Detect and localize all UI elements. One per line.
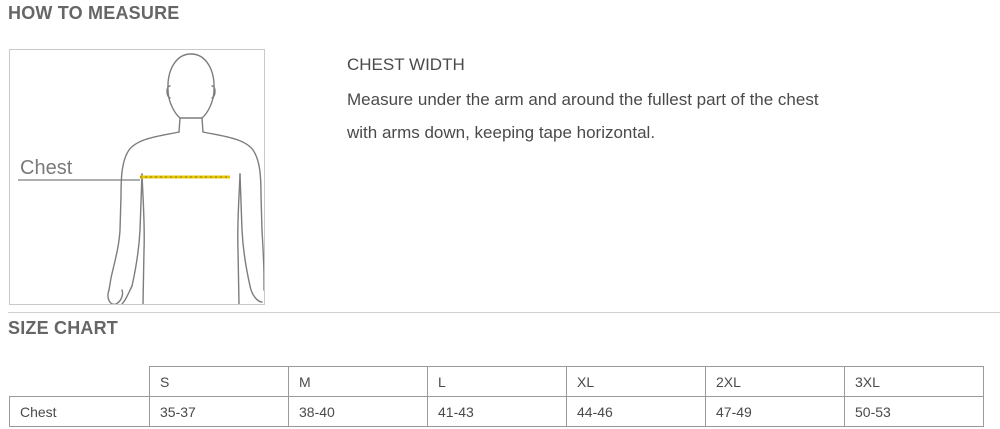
measure-line-2: with arms down, keeping tape horizontal. [347, 123, 656, 142]
size-header-cell: L [427, 366, 567, 397]
size-header-cell: S [149, 366, 289, 397]
measure-heading: CHEST WIDTH [347, 55, 465, 74]
size-chart-table: S M L XL 2XL 3XL Chest 35-37 38-40 41-43… [9, 366, 984, 427]
table-row: Chest 35-37 38-40 41-43 44-46 47-49 50-5… [9, 396, 984, 427]
size-header-cell: M [288, 366, 428, 397]
size-chart-title: SIZE CHART [8, 318, 118, 338]
value-cell: 41-43 [427, 396, 567, 427]
value-cell: 50-53 [844, 396, 984, 427]
measure-line-1: Measure under the arm and around the ful… [347, 90, 819, 109]
value-cell: 38-40 [288, 396, 428, 427]
size-header-cell: 2XL [705, 366, 845, 397]
size-header-cell: XL [566, 366, 706, 397]
size-header-cell: 3XL [844, 366, 984, 397]
size-header-row: S M L XL 2XL 3XL [9, 366, 984, 397]
how-to-measure-title: HOW TO MEASURE [8, 3, 180, 23]
chest-figure-label: Chest [20, 157, 73, 179]
measure-description: CHEST WIDTH Measure under the arm and ar… [347, 55, 947, 149]
section-divider [8, 312, 1000, 313]
value-cell: 44-46 [566, 396, 706, 427]
value-cell: 47-49 [705, 396, 845, 427]
corner-cell [9, 366, 150, 397]
row-label-cell: Chest [9, 396, 150, 427]
value-cell: 35-37 [149, 396, 289, 427]
measure-figure: Chest [9, 49, 265, 305]
